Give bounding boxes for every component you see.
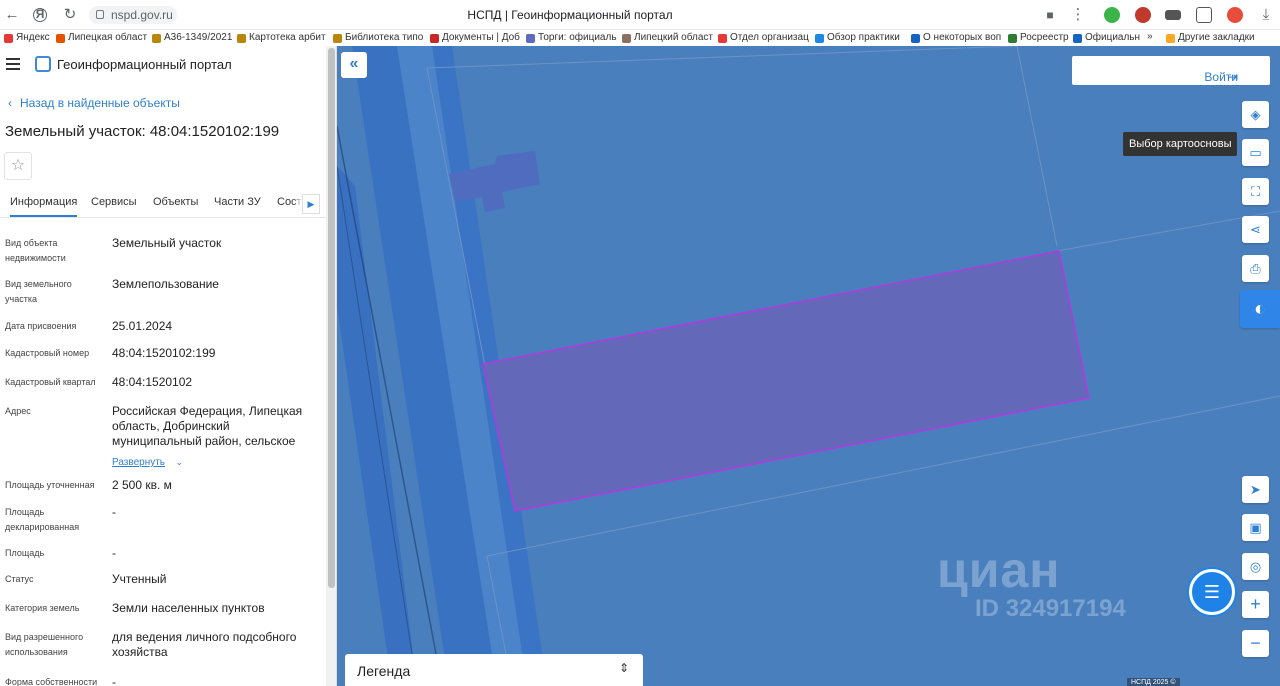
bookmark-item[interactable]: Отдел организац bbox=[718, 31, 809, 45]
extension-icon[interactable] bbox=[1227, 7, 1243, 23]
print-icon[interactable]: ⎙ bbox=[1242, 255, 1269, 282]
bookmark-item[interactable]: Официальн bbox=[1073, 31, 1140, 45]
bookmarks-bar: Яндекс Липецкая област А36-1349/2021 Кар… bbox=[0, 30, 1280, 46]
attr-value: - bbox=[112, 675, 116, 686]
scrollbar-thumb[interactable] bbox=[328, 48, 335, 588]
browser-toolbar: ← Я ↻ nspd.gov.ru НСПД | Геоинформационн… bbox=[0, 0, 1280, 30]
attr-value: Учтенный bbox=[112, 572, 167, 586]
locate-arrow-icon[interactable]: ➤ bbox=[1242, 476, 1269, 503]
bookmark-item[interactable]: Липецкий област bbox=[622, 31, 713, 45]
shield-extension-icon[interactable] bbox=[1104, 7, 1120, 23]
object-title: Земельный участок: 48:04:1520102:199 bbox=[5, 123, 280, 140]
bookmark-item[interactable]: Росреестр bbox=[1008, 31, 1069, 45]
map-canvas[interactable]: « Войти ⇥ ◈ Выбор картоосновы ▭ ⛶ ⋖ ⎙ ◐ … bbox=[337, 46, 1280, 686]
tabs-scroll-right-icon[interactable]: ▶ bbox=[302, 194, 320, 214]
map-attribution: НСПД 2025 © bbox=[1127, 678, 1180, 686]
attr-label: Площадь уточненная bbox=[5, 480, 95, 490]
more-bookmarks-button[interactable]: » bbox=[1147, 31, 1153, 42]
hamburger-menu-icon[interactable] bbox=[6, 58, 20, 70]
page-title: НСПД | Геоинформационный портал bbox=[467, 8, 673, 22]
bookmark-item[interactable]: Обзор практики bbox=[815, 31, 900, 45]
tab-objects[interactable]: Объекты bbox=[153, 196, 198, 208]
menu-dots-icon[interactable]: ⋮ bbox=[1068, 5, 1088, 25]
watermark: циан ID 324917194 bbox=[937, 542, 1126, 622]
attr-label: Категория земель bbox=[5, 603, 80, 613]
attr-label: Вид объекта недвижимости bbox=[5, 238, 66, 263]
attr-label: Статус bbox=[5, 574, 34, 584]
attr-value: для ведения личного подсобного хозяйства bbox=[112, 630, 297, 659]
attr-value: 48:04:1520102:199 bbox=[112, 346, 216, 360]
attr-label: Вид земельного участка bbox=[5, 279, 72, 304]
attr-value: 25.01.2024 bbox=[112, 319, 173, 333]
attr-value: Земельный участок bbox=[112, 236, 222, 250]
attr-label: Адрес bbox=[5, 406, 31, 416]
panel-scrollbar[interactable] bbox=[326, 46, 336, 686]
reload-icon[interactable]: ↻ bbox=[60, 5, 80, 25]
bookmark-item[interactable]: Библиотека типо bbox=[333, 31, 423, 45]
portal-title: Геоинформационный портал bbox=[57, 57, 232, 72]
collapse-panel-button[interactable]: « bbox=[341, 52, 367, 78]
layers-icon[interactable]: ◈ bbox=[1242, 101, 1269, 128]
expand-address-button[interactable]: Развернуть ⌄ bbox=[112, 452, 183, 470]
bookmark-item[interactable]: Торги: официаль bbox=[526, 31, 617, 45]
zoom-out-icon[interactable]: − bbox=[1242, 630, 1269, 657]
bookmark-item[interactable]: Яндекс bbox=[4, 31, 50, 45]
login-icon: ⇥ bbox=[1227, 70, 1238, 84]
tab-services[interactable]: Сервисы bbox=[91, 196, 137, 208]
attr-label: Площадь bbox=[5, 548, 45, 558]
attr-value: Земли населенных пунктов bbox=[112, 601, 265, 615]
attr-label: Кадастровый номер bbox=[5, 348, 90, 358]
attr-label: Форма собственности bbox=[5, 677, 98, 686]
attr-value: - bbox=[112, 546, 116, 560]
bookmark-item[interactable]: Липецкая област bbox=[56, 31, 147, 45]
tab-information[interactable]: Информация bbox=[10, 196, 78, 217]
lock-icon bbox=[96, 10, 104, 19]
back-arrow-icon[interactable]: ← bbox=[2, 5, 22, 25]
bookmark-item[interactable]: А36-1349/2021 bbox=[152, 31, 232, 45]
zoom-in-icon[interactable]: + bbox=[1242, 591, 1269, 618]
legend-dropdown[interactable]: Легенда ⇕ bbox=[345, 654, 643, 686]
minimap-icon[interactable]: ▣ bbox=[1242, 514, 1269, 541]
attr-label: Вид разрешенного использования bbox=[5, 632, 84, 657]
attr-value: Землепользование bbox=[112, 277, 219, 291]
bookmark-item[interactable]: О некоторых воп bbox=[911, 31, 1001, 45]
chevron-down-icon: ⌄ bbox=[175, 457, 184, 467]
attr-label: Дата присвоения bbox=[5, 321, 77, 331]
yandex-icon[interactable]: Я bbox=[33, 8, 47, 22]
favorite-star-icon[interactable]: ☆ bbox=[4, 152, 32, 180]
area-select-icon[interactable]: ⛶ bbox=[1242, 178, 1269, 205]
chevron-left-icon: ‹ bbox=[8, 96, 12, 110]
other-bookmarks[interactable]: Другие закладки bbox=[1166, 31, 1255, 45]
extension-icon[interactable] bbox=[1165, 10, 1181, 20]
info-tabs: Информация Сервисы Объекты Части ЗУ Сост… bbox=[0, 186, 326, 218]
share-icon[interactable]: ⋖ bbox=[1242, 216, 1269, 243]
attr-value: 48:04:1520102 bbox=[112, 375, 193, 389]
portal-logo-icon bbox=[35, 56, 51, 72]
download-icon[interactable]: ⤓ bbox=[1256, 5, 1276, 25]
expand-arrows-icon: ⇕ bbox=[618, 661, 629, 675]
chat-icon[interactable]: ☰ bbox=[1189, 569, 1235, 615]
geolocation-icon[interactable]: ◎ bbox=[1242, 553, 1269, 580]
bookmark-item[interactable]: Картотека арбит bbox=[237, 31, 326, 45]
attr-value: 2 500 кв. м bbox=[112, 478, 172, 492]
bookmark-item[interactable]: Документы | Доб bbox=[430, 31, 520, 45]
object-info-panel: Геоинформационный портал ‹ Назад в найден… bbox=[0, 46, 337, 686]
extension-icon[interactable] bbox=[1196, 7, 1212, 23]
address-bar[interactable]: nspd.gov.ru bbox=[89, 6, 177, 24]
tab-parts[interactable]: Части ЗУ bbox=[214, 196, 261, 208]
attr-label: Кадастровый квартал bbox=[5, 377, 96, 387]
basemap-tooltip: Выбор картоосновы bbox=[1123, 132, 1238, 156]
attr-value: - bbox=[112, 505, 116, 519]
attr-label: Площадь декларированная bbox=[5, 507, 80, 532]
back-to-results-link[interactable]: ‹ Назад в найденные объекты bbox=[8, 96, 180, 110]
login-button[interactable]: Войти ⇥ bbox=[1072, 56, 1270, 85]
attr-value: Российская Федерация, Липецкая область, … bbox=[112, 404, 303, 448]
extension-icon[interactable] bbox=[1135, 7, 1151, 23]
bookmark-icon[interactable]: ■ bbox=[1040, 5, 1060, 25]
rosreestr-logo-icon[interactable]: ◐ bbox=[1240, 290, 1280, 328]
ruler-icon[interactable]: ▭ bbox=[1242, 139, 1269, 166]
